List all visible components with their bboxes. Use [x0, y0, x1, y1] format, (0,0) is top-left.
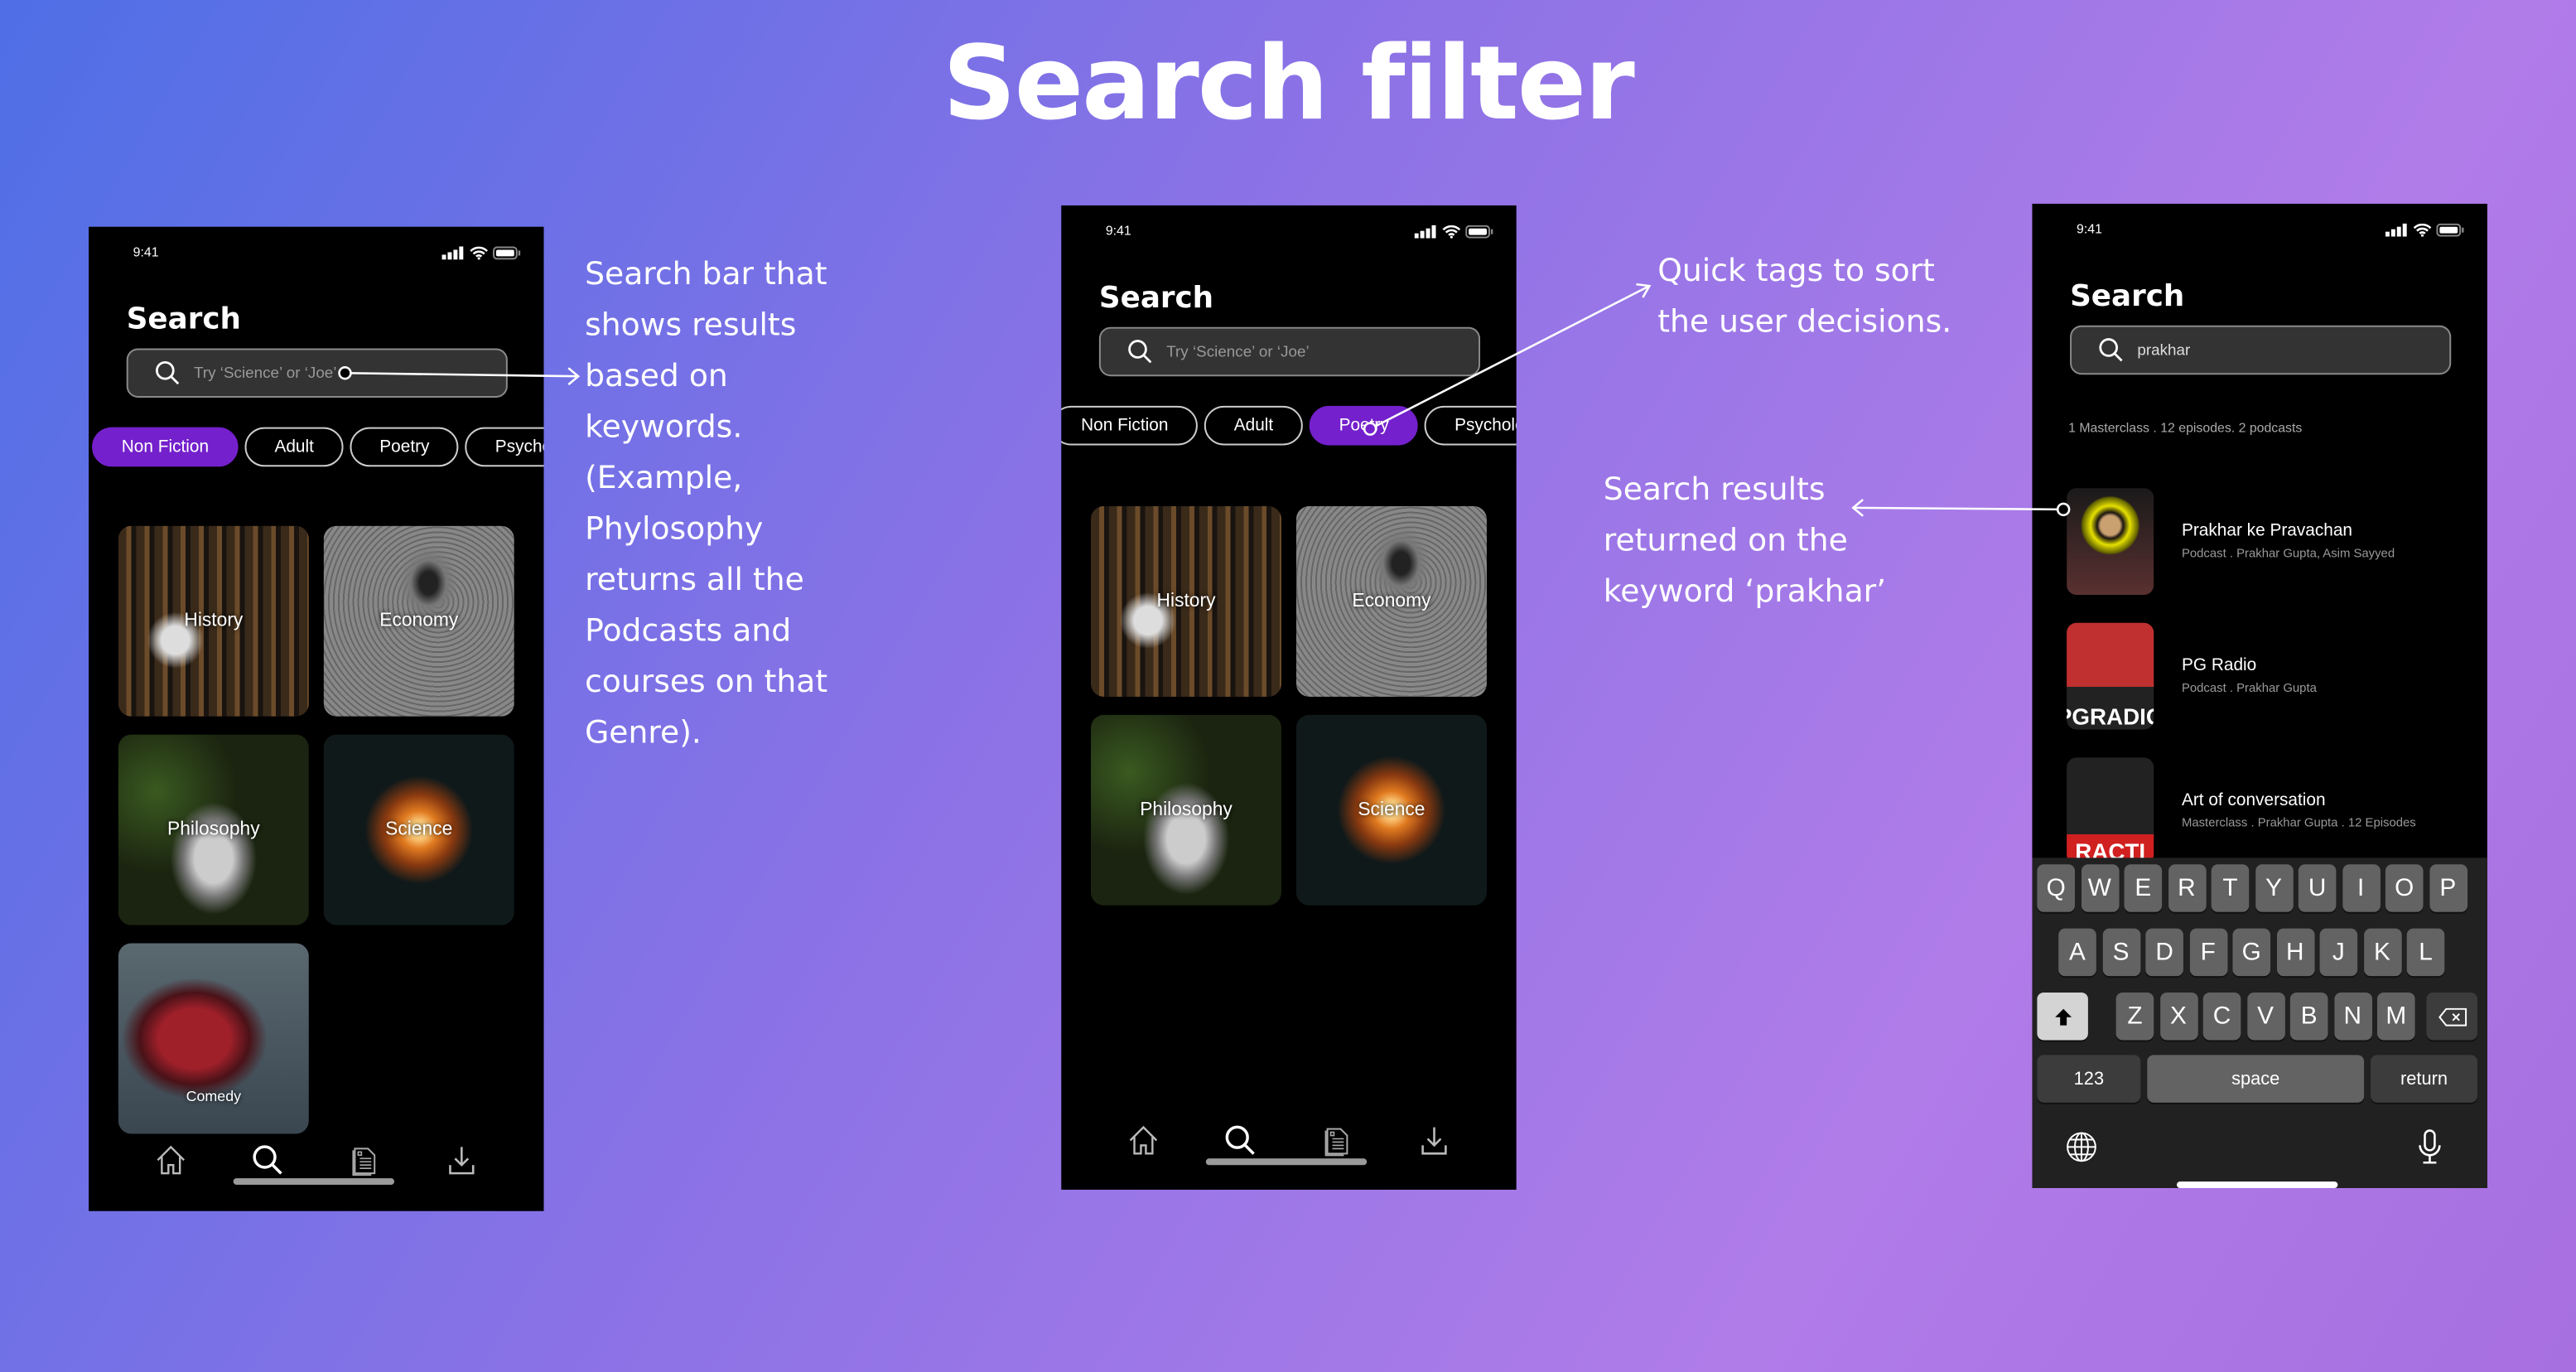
annotation-connectors — [338, 283, 2071, 517]
